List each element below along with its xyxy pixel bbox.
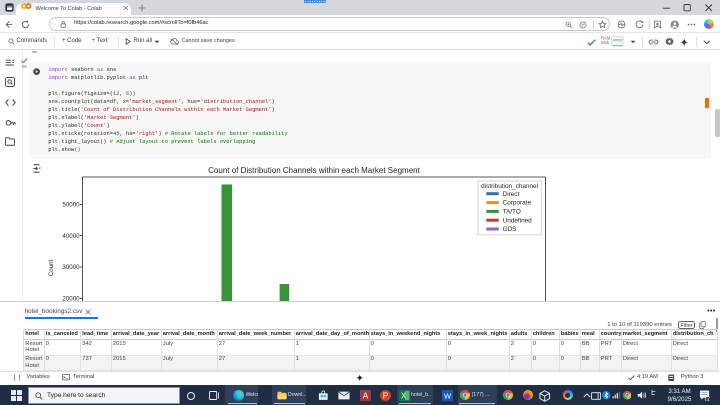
svg-text:30000: 30000 — [62, 264, 80, 271]
svg-text:GDS: GDS — [503, 226, 517, 233]
svg-text:Corporate: Corporate — [503, 200, 532, 207]
svg-text:X: X — [400, 392, 406, 401]
svg-text:Count: Count — [48, 259, 55, 276]
svg-text:Direct: Direct — [503, 191, 520, 198]
svg-text:50000: 50000 — [62, 202, 80, 209]
svg-text:TA/TO: TA/TO — [503, 209, 521, 216]
svg-text:Count of Distribution Channels: Count of Distribution Channels within ea… — [208, 166, 420, 175]
svg-text:40000: 40000 — [62, 233, 80, 240]
svg-text:Undefined: Undefined — [503, 217, 533, 224]
svg-text:A: A — [362, 392, 368, 401]
svg-text:W: W — [444, 392, 452, 401]
svg-text:P: P — [383, 392, 389, 401]
svg-text:distribution_channel: distribution_channel — [481, 183, 538, 190]
